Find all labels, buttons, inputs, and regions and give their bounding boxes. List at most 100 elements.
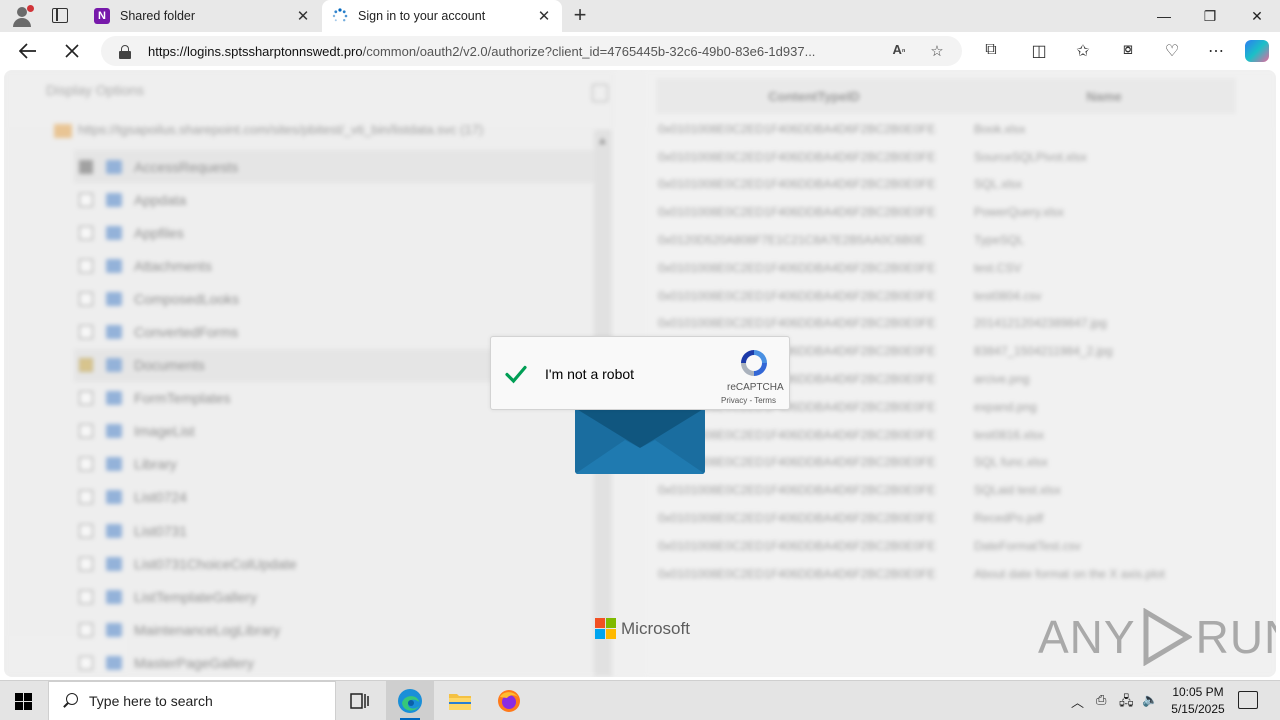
address-bar[interactable]: https://logins.sptssharptonnswedt.pro/co… — [101, 36, 962, 66]
table-icon — [106, 424, 122, 439]
name-cell: About date format on the X axis.plot — [974, 566, 1165, 581]
lock-icon[interactable] — [119, 44, 131, 59]
split-screen-icon[interactable]: ◫ — [1028, 41, 1050, 61]
page-content: Display Options https://tgsapoilus.share… — [4, 70, 1276, 677]
close-window-button[interactable]: ✕ — [1234, 0, 1280, 32]
table-row: 0x0101008E0C2ED1F406DDBA4D6F2BC2B0E0FE 20… — [658, 310, 1238, 338]
file-explorer-icon[interactable] — [436, 681, 484, 720]
content-type-cell: 0x0101008E0C2ED1F406DDBA4D6F2BC2B0E0FE — [658, 205, 936, 220]
tab-shared-folder[interactable]: N Shared folder ✕ — [84, 0, 321, 32]
tab-sign-in[interactable]: Sign in to your account ✕ — [322, 0, 562, 32]
more-menu-icon[interactable]: ⋯ — [1205, 41, 1227, 61]
table-row: 0x0101008E0C2ED1F406DDBA4D6F2BC2B0E0FE te… — [658, 254, 1238, 282]
microsoft-logo-icon — [595, 618, 616, 639]
name-cell: test0816.xlsx — [974, 427, 1045, 442]
content-type-cell: 0x0101008E0C2ED1F406DDBA4D6F2BC2B0E0FE — [658, 121, 936, 136]
clock-time: 10:05 PM — [1172, 685, 1224, 699]
list-item: Appfiles — [74, 216, 594, 249]
windows-start-icon[interactable] — [15, 693, 32, 710]
table-icon — [106, 358, 122, 373]
checkbox — [79, 391, 93, 406]
list-item: AccessRequests — [74, 150, 594, 184]
list-item: Attachments — [74, 249, 594, 282]
table-icon — [106, 622, 122, 637]
restore-button[interactable]: ❐ — [1187, 0, 1233, 32]
table-row: 0x0101008E0C2ED1F406DDBA4D6F2BC2B0E0FE Da… — [658, 532, 1238, 560]
table-row: 0x0101008E0C2ED1F406DDBA4D6F2BC2B0E0FE SQ… — [658, 449, 1238, 477]
table-row: 0x0101008E0C2ED1F406DDBA4D6F2BC2B0E0FE So… — [658, 143, 1238, 171]
volume-icon[interactable]: 🔈 — [1142, 692, 1158, 708]
name-cell: DateFormatTest.csv — [974, 538, 1081, 553]
task-view-icon[interactable] — [336, 681, 384, 720]
table-row: 0x0120D520A808F7E1C21C8A7E2B5AA0C6B0E Typ… — [658, 226, 1238, 254]
content-type-cell: 0x0101008E0C2ED1F406DDBA4D6F2BC2B0E0FE — [658, 566, 936, 581]
list-item: ImageList — [74, 415, 594, 448]
notification-icon[interactable] — [1238, 691, 1258, 709]
name-cell: 20141212042389847.jpg — [974, 316, 1107, 331]
clock[interactable]: 10:05 PM 5/15/2025 — [1160, 684, 1236, 718]
table-icon — [106, 523, 122, 538]
scroll-up-icon: ▲ — [597, 135, 608, 147]
privacy-terms-links[interactable]: Privacy - Terms — [721, 396, 776, 405]
table-icon — [106, 258, 122, 273]
logo-square — [606, 629, 616, 639]
checkbox — [79, 457, 93, 472]
new-tab-button[interactable]: + — [570, 4, 590, 28]
taskbar: Type here to search ︿ ⎙ 🖧 🔈 10:05 PM 5/1… — [0, 680, 1280, 720]
recaptcha-widget[interactable]: I'm not a robot reCAPTCHA Privacy - Term… — [490, 336, 790, 410]
recaptcha-logo-icon — [741, 350, 767, 376]
list-item: List0724 — [74, 481, 594, 514]
grid-header: ContentTypeID Name — [656, 78, 1236, 114]
checkbox — [79, 358, 93, 373]
display-options: Display Options — [46, 82, 145, 98]
content-type-cell: 0x0101008E0C2ED1F406DDBA4D6F2BC2B0E0FE — [658, 511, 936, 526]
back-button[interactable] — [14, 38, 42, 64]
collections-icon[interactable]: ⧇ — [1117, 41, 1139, 61]
list-item: ListTemplateGallery — [74, 580, 594, 613]
profile-icon[interactable] — [10, 5, 34, 27]
recaptcha-brand: reCAPTCHA — [727, 382, 784, 393]
checkmark-icon[interactable] — [503, 361, 529, 387]
table-icon — [106, 225, 122, 240]
network-icon[interactable]: 🖧 — [1119, 692, 1134, 714]
folder-icon — [54, 123, 72, 138]
extensions-icon[interactable]: ⧉ — [980, 41, 1002, 61]
taskbar-search[interactable]: Type here to search — [48, 681, 336, 720]
stop-loading-button[interactable] — [58, 38, 86, 64]
favorite-star-icon[interactable]: ☆ — [927, 42, 947, 60]
logo-square — [595, 629, 605, 639]
name-cell: SQLaid test.xlsx — [974, 483, 1061, 498]
tab-actions-icon[interactable] — [52, 8, 68, 23]
list-label: MasterPageGallery — [134, 654, 254, 671]
edge-taskbar-icon[interactable] — [386, 681, 434, 720]
copilot-icon[interactable] — [1245, 40, 1269, 62]
content-type-cell: 0x0101008E0C2ED1F406DDBA4D6F2BC2B0E0FE — [658, 149, 936, 164]
close-tab-icon[interactable]: ✕ — [536, 7, 552, 25]
firefox-icon[interactable] — [485, 681, 533, 720]
checkbox — [79, 622, 93, 637]
content-type-cell: 0x0120D520A808F7E1C21C8A7E2B5AA0C6B0E — [658, 233, 925, 248]
back-arrow-icon — [19, 43, 36, 59]
favorites-icon[interactable]: ✩ — [1072, 41, 1094, 61]
content-type-cell: 0x0101008E0C2ED1F406DDBA4D6F2BC2B0E0FE — [658, 177, 936, 192]
table-icon — [106, 391, 122, 406]
content-type-cell: 0x0101008E0C2ED1F406DDBA4D6F2BC2B0E0FE — [658, 483, 936, 498]
table-row: 0x0101008E0C2ED1F406DDBA4D6F2BC2B0E0FE SQ… — [658, 476, 1238, 504]
checkbox — [79, 556, 93, 571]
read-aloud-icon[interactable]: Aⁿ — [889, 42, 909, 60]
name-cell: SQL.xlsx — [974, 177, 1023, 192]
table-icon — [106, 655, 122, 670]
minimize-button[interactable]: ― — [1141, 0, 1187, 32]
url-text[interactable]: https://logins.sptssharptonnswedt.pro/co… — [148, 44, 883, 59]
browser-essentials-icon[interactable]: ♡ — [1161, 41, 1183, 61]
name-cell: SourceSQLPivot.xlsx — [974, 149, 1087, 164]
anyrun-watermark: ANY RUN — [1038, 608, 1276, 666]
list-label: Documents — [134, 357, 205, 374]
list-label: FormTemplates — [134, 390, 231, 407]
close-tab-icon[interactable]: ✕ — [295, 7, 311, 25]
watermark-text-left: ANY — [1038, 611, 1136, 663]
list-item: ComposedLooks — [74, 282, 594, 315]
show-hidden-icons[interactable]: ︿ — [1071, 692, 1084, 711]
checkbox — [79, 192, 93, 207]
device-icon[interactable]: ⎙ — [1096, 692, 1106, 708]
